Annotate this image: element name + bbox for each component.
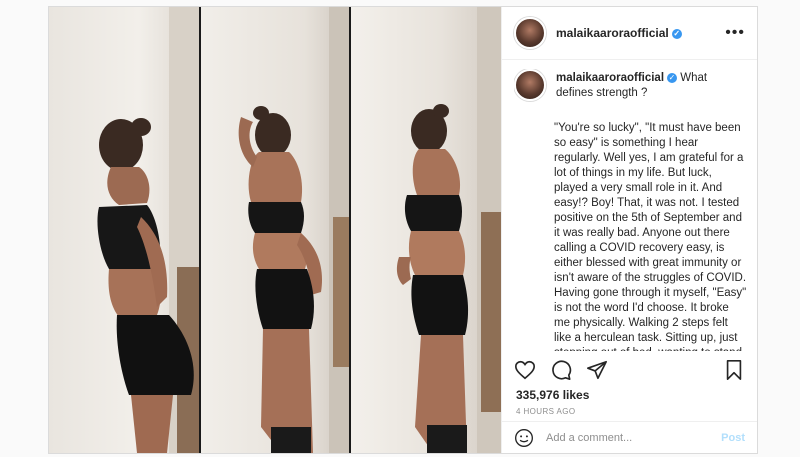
post-sidebar: malaikaaroraofficial ✓ ••• malaikaaroraof… xyxy=(501,7,757,453)
post-caption: malaikaaroraofficial ✓ What defines stren… xyxy=(514,69,747,351)
post-image[interactable] xyxy=(49,7,501,453)
comment-input[interactable] xyxy=(544,430,722,445)
caption-body: "You're so lucky", "It must have been so… xyxy=(554,122,747,351)
save-bookmark-icon[interactable] xyxy=(723,359,745,381)
caption-header: malaikaaroraofficial ✓ What defines stren… xyxy=(514,69,747,101)
post-timestamp[interactable]: 4 HOURS AGO xyxy=(516,407,576,416)
instagram-post: malaikaaroraofficial ✓ ••• malaikaaroraof… xyxy=(48,6,758,454)
post-header: malaikaaroraofficial ✓ ••• xyxy=(502,7,757,60)
photo-panel-side-view xyxy=(49,7,199,453)
likes-count[interactable]: 335,976 likes xyxy=(516,388,589,402)
like-heart-icon[interactable] xyxy=(514,359,536,381)
comment-bubble-icon[interactable] xyxy=(550,359,572,381)
share-paper-plane-icon[interactable] xyxy=(586,359,608,381)
caption-avatar[interactable] xyxy=(514,69,546,101)
comment-bar: Post xyxy=(502,421,757,453)
post-comment-button[interactable]: Post xyxy=(721,432,745,444)
caption-username[interactable]: malaikaaroraofficial xyxy=(556,72,664,84)
avatar[interactable] xyxy=(514,17,546,49)
photo-panel-front-view xyxy=(201,7,349,453)
username-text[interactable]: malaikaaroraofficial xyxy=(556,26,669,40)
action-bar xyxy=(514,357,745,383)
username-link[interactable]: malaikaaroraofficial ✓ xyxy=(556,26,682,40)
photo-panel-side-view-2 xyxy=(351,7,501,453)
more-options-icon[interactable]: ••• xyxy=(725,24,745,42)
verified-badge-icon: ✓ xyxy=(671,28,682,39)
verified-badge-icon: ✓ xyxy=(667,72,678,83)
caption-first-line: malaikaaroraofficial ✓ What defines stren… xyxy=(556,71,747,101)
emoji-icon[interactable] xyxy=(514,428,534,448)
